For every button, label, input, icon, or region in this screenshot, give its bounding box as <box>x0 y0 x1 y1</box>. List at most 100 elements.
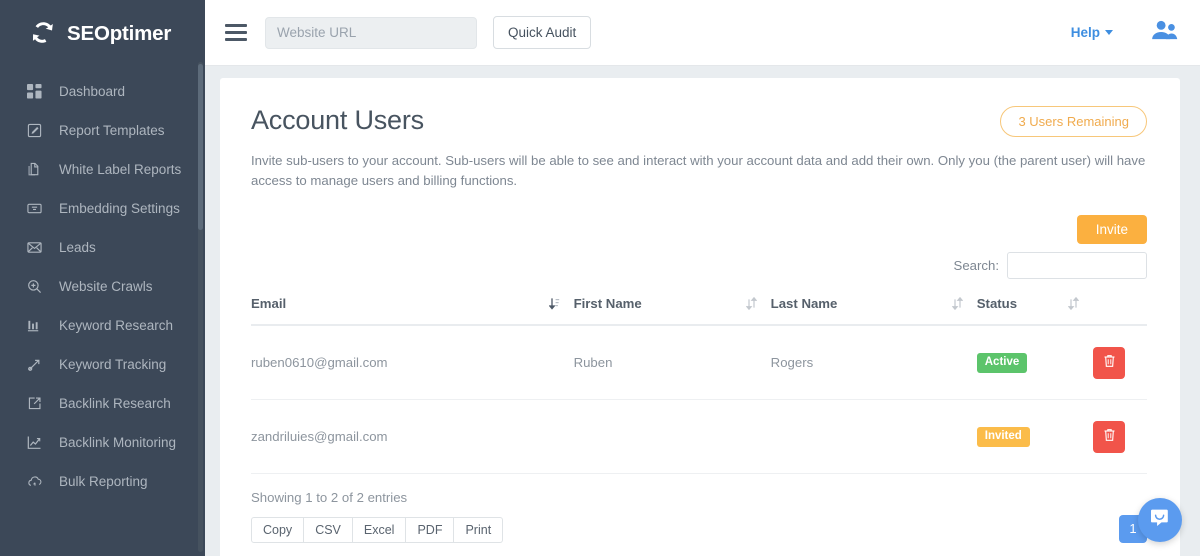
sidebar-item-dashboard[interactable]: Dashboard <box>0 72 205 111</box>
table-row: ruben0610@gmail.com Ruben Rogers Active <box>251 325 1147 400</box>
sidebar-item-keyword-research[interactable]: Keyword Research <box>0 306 205 345</box>
table-row: zandriluies@gmail.com Invited <box>251 399 1147 473</box>
line-chart-icon <box>26 434 43 451</box>
grid-icon <box>26 83 43 100</box>
sidebar: SEOptimer Dashboard <box>0 0 205 556</box>
sidebar-item-label: Keyword Research <box>59 318 173 333</box>
invite-button[interactable]: Invite <box>1077 215 1147 244</box>
export-pdf-button[interactable]: PDF <box>406 517 454 543</box>
embed-box-icon <box>26 200 43 217</box>
export-csv-button[interactable]: CSV <box>304 517 353 543</box>
bar-chart-icon <box>26 317 43 334</box>
cell-actions <box>1093 325 1147 400</box>
sidebar-item-label: Backlink Research <box>59 396 171 411</box>
table-footer: Showing 1 to 2 of 2 entries Copy CSV Exc… <box>251 490 1147 543</box>
cell-last-name: Rogers <box>771 325 977 400</box>
export-buttons: Copy CSV Excel PDF Print <box>251 517 503 543</box>
card-header: Account Users 3 Users Remaining <box>251 106 1147 137</box>
top-bar: Quick Audit Help <box>205 0 1200 66</box>
status-badge: Active <box>977 353 1028 373</box>
sidebar-item-embedding-settings[interactable]: Embedding Settings <box>0 189 205 228</box>
export-copy-button[interactable]: Copy <box>251 517 304 543</box>
showing-entries: Showing 1 to 2 of 2 entries <box>251 490 503 505</box>
export-excel-button[interactable]: Excel <box>353 517 407 543</box>
external-link-icon <box>26 395 43 412</box>
column-header-email[interactable]: Email <box>251 296 574 325</box>
column-header-first-name[interactable]: First Name <box>574 296 771 325</box>
table-header-row: Email <box>251 296 1147 325</box>
cell-first-name: Ruben <box>574 325 771 400</box>
content-area: Account Users 3 Users Remaining Invite s… <box>205 66 1200 556</box>
sort-both-icon <box>746 297 771 310</box>
cell-email: ruben0610@gmail.com <box>251 325 574 400</box>
users-table-head: Email <box>251 296 1147 325</box>
copy-files-icon <box>26 161 43 178</box>
cloud-gauge-icon <box>26 473 43 490</box>
delete-user-button[interactable] <box>1093 347 1125 379</box>
sidebar-item-backlink-monitoring[interactable]: Backlink Monitoring <box>0 423 205 462</box>
cell-status: Invited <box>977 399 1093 473</box>
column-header-last-name[interactable]: Last Name <box>771 296 977 325</box>
column-label: First Name <box>574 296 642 311</box>
chat-launcher-button[interactable] <box>1138 498 1182 542</box>
chat-bubble-icon <box>1149 507 1171 534</box>
table-search: Search: <box>251 252 1147 279</box>
edit-square-icon <box>26 122 43 139</box>
sidebar-item-label: Keyword Tracking <box>59 357 166 372</box>
sidebar-item-report-templates[interactable]: Report Templates <box>0 111 205 150</box>
help-label: Help <box>1071 25 1100 40</box>
sidebar-item-label: Embedding Settings <box>59 201 180 216</box>
sidebar-scrollbar-thumb[interactable] <box>198 64 203 230</box>
sidebar-item-website-crawls[interactable]: Website Crawls <box>0 267 205 306</box>
gear-refresh-logo-icon <box>28 19 58 49</box>
column-label: Email <box>251 296 286 311</box>
account-users-card: Account Users 3 Users Remaining Invite s… <box>220 78 1180 556</box>
brand-logo[interactable]: SEOptimer <box>0 4 205 66</box>
delete-user-button[interactable] <box>1093 421 1125 453</box>
account-users-icon[interactable] <box>1151 19 1178 46</box>
column-label: Status <box>977 296 1017 311</box>
sidebar-item-backlink-research[interactable]: Backlink Research <box>0 384 205 423</box>
sort-both-icon <box>952 297 977 310</box>
table-footer-left: Showing 1 to 2 of 2 entries Copy CSV Exc… <box>251 490 503 543</box>
cell-actions <box>1093 399 1147 473</box>
sidebar-item-label: Website Crawls <box>59 279 153 294</box>
cell-last-name <box>771 399 977 473</box>
app-root: SEOptimer Dashboard <box>0 0 1200 556</box>
sidebar-item-label: Dashboard <box>59 84 125 99</box>
sidebar-item-keyword-tracking[interactable]: Keyword Tracking <box>0 345 205 384</box>
column-header-status[interactable]: Status <box>977 296 1093 325</box>
invite-row: Invite <box>251 215 1147 244</box>
sort-both-icon <box>1068 297 1093 310</box>
quick-audit-button[interactable]: Quick Audit <box>493 16 591 49</box>
brand-name: SEOptimer <box>67 22 171 46</box>
chevron-down-icon <box>1105 30 1113 35</box>
cell-email: zandriluies@gmail.com <box>251 399 574 473</box>
sort-ascending-icon <box>549 297 574 310</box>
trend-arrow-icon <box>26 356 43 373</box>
hamburger-icon[interactable] <box>223 20 249 46</box>
sidebar-item-label: Leads <box>59 240 96 255</box>
sidebar-item-label: Report Templates <box>59 123 165 138</box>
sidebar-item-bulk-reporting[interactable]: Bulk Reporting <box>0 462 205 501</box>
users-table-body: ruben0610@gmail.com Ruben Rogers Active <box>251 325 1147 474</box>
page-description: Invite sub-users to your account. Sub-us… <box>251 151 1147 192</box>
sidebar-item-white-label-reports[interactable]: White Label Reports <box>0 150 205 189</box>
trash-icon <box>1103 354 1116 371</box>
website-url-input[interactable] <box>265 17 477 49</box>
export-print-button[interactable]: Print <box>454 517 503 543</box>
users-table: Email <box>251 296 1147 474</box>
users-remaining-badge[interactable]: 3 Users Remaining <box>1000 106 1147 137</box>
sidebar-item-label: Backlink Monitoring <box>59 435 176 450</box>
sidebar-item-leads[interactable]: Leads <box>0 228 205 267</box>
sidebar-item-label: Bulk Reporting <box>59 474 148 489</box>
cell-first-name <box>574 399 771 473</box>
status-badge: Invited <box>977 427 1030 447</box>
help-menu[interactable]: Help <box>1071 25 1113 40</box>
envelope-icon <box>26 239 43 256</box>
column-header-actions <box>1093 296 1147 325</box>
cell-status: Active <box>977 325 1093 400</box>
page-title: Account Users <box>251 106 424 136</box>
search-input[interactable] <box>1007 252 1147 279</box>
trash-icon <box>1103 428 1116 445</box>
